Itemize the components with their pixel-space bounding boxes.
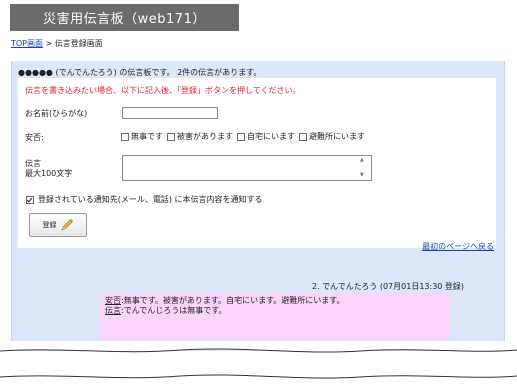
message-limit-label: 最大100文字 <box>25 169 73 178</box>
notify-checkbox[interactable] <box>26 195 34 204</box>
name-label: お名前(ひらがな) <box>25 109 88 118</box>
status-option-safe[interactable]: 無事です <box>121 131 163 142</box>
checkbox[interactable] <box>237 132 245 141</box>
page-title: 災害用伝言板（web171） <box>10 4 239 31</box>
board-info-line: ●●●●● (でんでんたろう) の伝言板です。 2件の伝言があります。 <box>18 68 262 77</box>
status-option-label: 避難所にいます <box>309 132 365 141</box>
breadcrumb-current: 伝言登録画面 <box>54 39 103 48</box>
entry-header: 2. でんでんたろう (07月01日13:30 登録) <box>312 282 465 291</box>
checkbox[interactable] <box>167 132 175 141</box>
entry-status-line: 安否:無事です。被害があります。自宅にいます。避難所にいます。 <box>105 296 445 306</box>
status-option-label: 被害があります <box>177 132 233 141</box>
status-options: 無事です 被害があります 自宅にいます 避難所にいます <box>121 131 365 142</box>
checkbox[interactable] <box>299 132 307 141</box>
pencil-icon <box>61 219 73 231</box>
name-input[interactable] <box>122 107 218 119</box>
entry-message-line: 伝言:でんでんじろうは無事です。 <box>105 306 445 316</box>
checkbox[interactable] <box>121 132 129 141</box>
status-option-damaged[interactable]: 被害があります <box>167 131 233 142</box>
torn-page-edge <box>0 341 517 379</box>
register-button-label: 登録 <box>42 221 57 229</box>
form-instruction: 伝言を書き込みたい場合、以下に記入後、「登録」ボタンを押してください。 <box>25 86 301 95</box>
message-textarea[interactable] <box>122 155 372 181</box>
message-entry: 安否:無事です。被害があります。自宅にいます。避難所にいます。 伝言:でんでんじ… <box>100 293 450 340</box>
status-option-label: 自宅にいます <box>247 132 295 141</box>
entry-status-key: 安否 <box>105 296 121 305</box>
notify-option[interactable]: 登録されている通知先(メール、電話) に本伝言内容を通知する <box>26 194 263 205</box>
status-label: 安否: <box>25 133 44 142</box>
scroll-down-icon[interactable]: ▼ <box>360 172 364 178</box>
breadcrumb-separator: > <box>43 39 55 48</box>
status-option-home[interactable]: 自宅にいます <box>237 131 295 142</box>
entry-status-text: :無事です。被害があります。自宅にいます。避難所にいます。 <box>121 296 345 305</box>
scroll-up-icon[interactable]: ▲ <box>360 157 364 163</box>
breadcrumb-top-link[interactable]: TOP画面 <box>11 39 43 48</box>
breadcrumb: TOP画面 > 伝言登録画面 <box>11 38 103 49</box>
register-button[interactable]: 登録 <box>29 213 87 237</box>
entry-message-key: 伝言 <box>105 306 121 315</box>
entry-message-text: :でんでんじろうは無事です。 <box>121 306 227 315</box>
status-option-shelter[interactable]: 避難所にいます <box>299 131 365 142</box>
status-option-label: 無事です <box>131 132 163 141</box>
message-board-panel: ●●●●● (でんでんたろう) の伝言板です。 2件の伝言があります。 伝言を書… <box>11 61 505 351</box>
message-form: 伝言を書き込みたい場合、以下に記入後、「登録」ボタンを押してください。 お名前(… <box>18 78 496 248</box>
notify-label: 登録されている通知先(メール、電話) に本伝言内容を通知する <box>38 195 263 204</box>
back-to-first-page-link[interactable]: 最初のページへ戻る <box>422 241 494 252</box>
